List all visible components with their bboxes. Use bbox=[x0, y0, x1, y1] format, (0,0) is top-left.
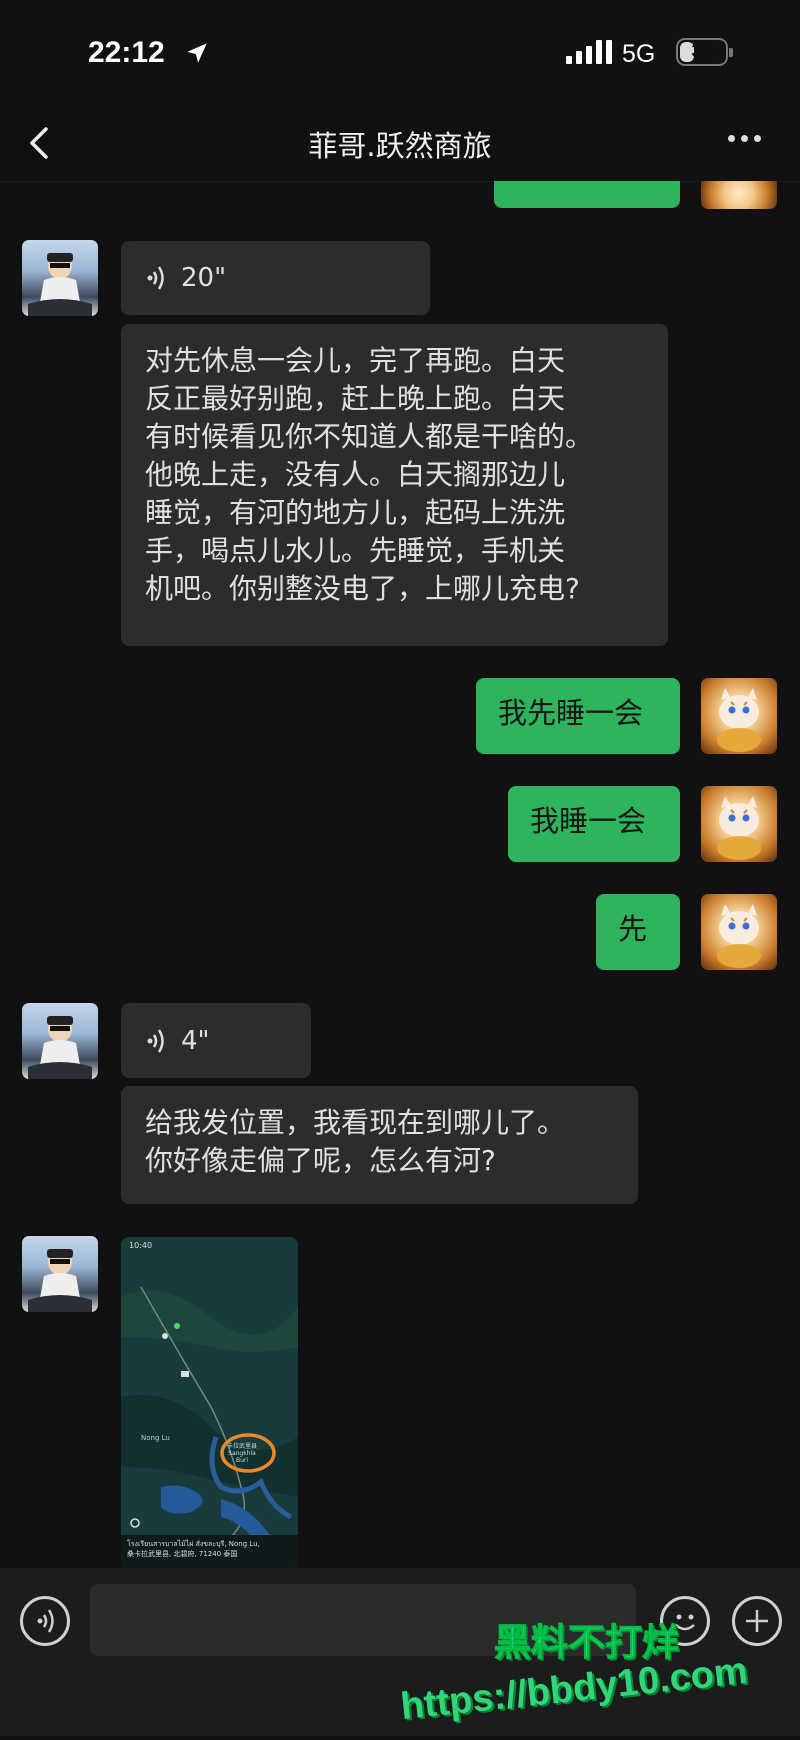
voice-wave-icon bbox=[147, 266, 164, 290]
voice-input-icon[interactable] bbox=[20, 1596, 70, 1646]
plus-icon[interactable] bbox=[732, 1596, 782, 1646]
my-message[interactable]: 我先睡一会 bbox=[476, 678, 680, 754]
message-line: 有时候看见你不知道人都是干啥的。 bbox=[145, 420, 594, 453]
voice-message[interactable]: 20" bbox=[121, 241, 430, 315]
voice-duration: 20" bbox=[181, 263, 227, 293]
status-bar: 22:12 5G 32 bbox=[0, 0, 800, 105]
my-message[interactable]: 我睡一会 bbox=[508, 786, 680, 862]
my-avatar[interactable] bbox=[701, 678, 777, 754]
map-phone-time: 10:40 bbox=[129, 1241, 153, 1250]
status-time: 22:12 bbox=[88, 36, 165, 69]
message-line: 睡觉，有河的地方儿，起码上洗洗 bbox=[145, 496, 566, 529]
message-text: 先 bbox=[618, 912, 648, 946]
message-line: 反正最好别跑，赶上晚上跑。白天 bbox=[145, 382, 566, 415]
message-line: 手，喝点儿水儿。先睡觉，手机关 bbox=[145, 534, 566, 567]
map-caption: โรงเรียนสารบาลไม้ไผ่ สังขละบุรี, Nong Lu… bbox=[127, 1540, 260, 1558]
chat-header: 菲哥.跃然商旅 bbox=[0, 105, 800, 182]
voice-message[interactable]: 4" bbox=[121, 1003, 311, 1078]
message-line: 他晚上走，没有人。白天搁那边儿 bbox=[145, 458, 566, 491]
message-text: 我睡一会 bbox=[530, 804, 647, 838]
message-line: 给我发位置，我看现在到哪儿了。 bbox=[145, 1106, 566, 1139]
message-line: 你好像走偏了呢，怎么有河? bbox=[145, 1144, 496, 1177]
friend-avatar[interactable] bbox=[22, 1236, 98, 1312]
battery-icon: 32 bbox=[676, 38, 733, 66]
map-image-message[interactable]: 10:40 Nong Lu 卡拉武里县 Sangkhla Buri โรงเรี… bbox=[121, 1237, 298, 1570]
message-text: 我先睡一会 bbox=[498, 696, 644, 730]
message-input[interactable] bbox=[90, 1584, 636, 1656]
friend-avatar[interactable] bbox=[22, 1003, 98, 1079]
friend-avatar[interactable] bbox=[22, 240, 98, 316]
my-avatar[interactable] bbox=[701, 181, 777, 209]
map-circle-label: 卡拉武里县 Sangkhla Buri bbox=[227, 1443, 258, 1464]
my-message[interactable]: 先 bbox=[596, 894, 680, 970]
more-icon[interactable] bbox=[728, 135, 761, 142]
signal-icon bbox=[566, 40, 612, 64]
map-place-label: Nong Lu bbox=[141, 1434, 170, 1442]
message-line: 对先休息一会儿，完了再跑。白天 bbox=[145, 344, 566, 377]
message-line: 机吧。你别整没电了，上哪儿充电? bbox=[145, 572, 580, 605]
location-arrow-icon bbox=[187, 43, 207, 63]
my-avatar[interactable] bbox=[701, 894, 777, 970]
chat-title: 菲哥.跃然商旅 bbox=[308, 129, 492, 163]
voice-duration: 4" bbox=[181, 1025, 210, 1056]
text-message[interactable]: 给我发位置，我看现在到哪儿了。 你好像走偏了呢，怎么有河? bbox=[121, 1086, 638, 1204]
text-message[interactable]: 对先休息一会儿，完了再跑。白天 反正最好别跑，赶上晚上跑。白天 有时候看见你不知… bbox=[121, 324, 668, 646]
my-avatar[interactable] bbox=[701, 786, 777, 862]
previous-message-partial[interactable] bbox=[494, 181, 680, 208]
battery-level: 32 bbox=[691, 41, 713, 62]
voice-wave-icon bbox=[147, 1028, 164, 1053]
network-type: 5G bbox=[622, 40, 656, 68]
emoji-icon[interactable] bbox=[660, 1596, 710, 1646]
